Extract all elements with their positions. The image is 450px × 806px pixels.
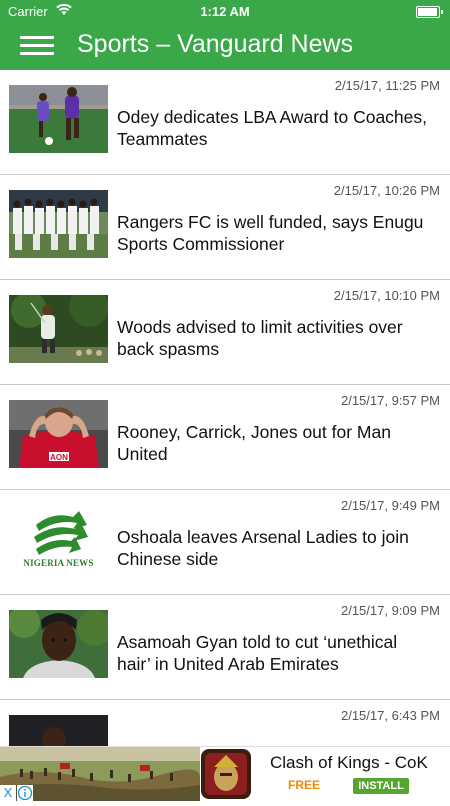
status-bar: Carrier 1:12 AM xyxy=(0,0,450,22)
news-list[interactable]: 2/15/17, 11:25 PM Odey dedicates LBA Awa… xyxy=(0,70,450,746)
article-timestamp: 2/15/17, 6:43 PM xyxy=(340,708,440,723)
hamburger-menu-icon[interactable] xyxy=(20,34,56,58)
article-headline[interactable]: Oshoala leaves Arsenal Ladies to join Ch… xyxy=(117,526,432,570)
nigeria-news-logo: NIGERIA NEWS xyxy=(9,505,108,573)
article-timestamp: 2/15/17, 11:25 PM xyxy=(334,78,440,93)
football-player-thumbnail xyxy=(9,85,108,153)
article-headline[interactable]: Woods advised to limit activities over b… xyxy=(117,316,432,360)
article-timestamp: 2/15/17, 10:10 PM xyxy=(333,288,440,303)
rooney-thumbnail: AON xyxy=(9,400,108,468)
article-timestamp: 2/15/17, 9:57 PM xyxy=(340,393,440,408)
article-timestamp: 2/15/17, 10:26 PM xyxy=(333,183,440,198)
battery-icon xyxy=(416,6,443,18)
team-photo-thumbnail xyxy=(9,190,108,258)
golfer-thumbnail xyxy=(9,295,108,363)
ad-app-icon xyxy=(201,749,251,799)
article-headline[interactable]: Odey dedicates LBA Award to Coaches, Tea… xyxy=(117,106,432,150)
player-thumbnail xyxy=(9,715,108,746)
svg-text:AON: AON xyxy=(50,453,68,462)
news-item[interactable]: NIGERIA NEWS 2/15/17, 9:49 PM Oshoala le… xyxy=(0,490,450,595)
clock: 1:12 AM xyxy=(200,4,250,19)
news-item[interactable]: 2/15/17, 9:09 PM Asamoah Gyan told to cu… xyxy=(0,595,450,700)
article-headline[interactable]: Rooney, Carrick, Jones out for Man Unite… xyxy=(117,421,432,465)
ad-install-button[interactable]: INSTALL xyxy=(353,778,409,794)
ad-info-icon[interactable] xyxy=(17,785,33,801)
ad-price-label: FREE xyxy=(288,778,321,792)
news-item[interactable]: 2/15/17, 10:10 PM Woods advised to limit… xyxy=(0,280,450,385)
ad-banner[interactable]: X Clash of Kings - CoK FREE INSTALL xyxy=(0,746,450,801)
ad-title: Clash of Kings - CoK xyxy=(270,753,428,772)
article-timestamp: 2/15/17, 9:09 PM xyxy=(340,603,440,618)
nigeria-news-logo-text: NIGERIA NEWS xyxy=(23,558,94,568)
ad-close-icon[interactable]: X xyxy=(0,785,16,801)
news-item[interactable]: 2/15/17, 11:25 PM Odey dedicates LBA Awa… xyxy=(0,70,450,175)
navigation-bar: Sports – Vanguard News xyxy=(0,22,450,70)
article-headline[interactable]: Rangers FC is well funded, says Enugu Sp… xyxy=(117,211,432,255)
article-headline[interactable]: Asamoah Gyan told to cut ‘unethical hair… xyxy=(117,631,432,675)
news-item[interactable]: 2/15/17, 10:26 PM Rangers FC is well fun… xyxy=(0,175,450,280)
page-title: Sports – Vanguard News xyxy=(77,30,354,58)
news-item[interactable]: 2/15/17, 6:43 PM xyxy=(0,700,450,746)
gyan-thumbnail xyxy=(9,610,108,678)
news-item[interactable]: AON 2/15/17, 9:57 PM Rooney, Carrick, Jo… xyxy=(0,385,450,490)
article-timestamp: 2/15/17, 9:49 PM xyxy=(340,498,440,513)
